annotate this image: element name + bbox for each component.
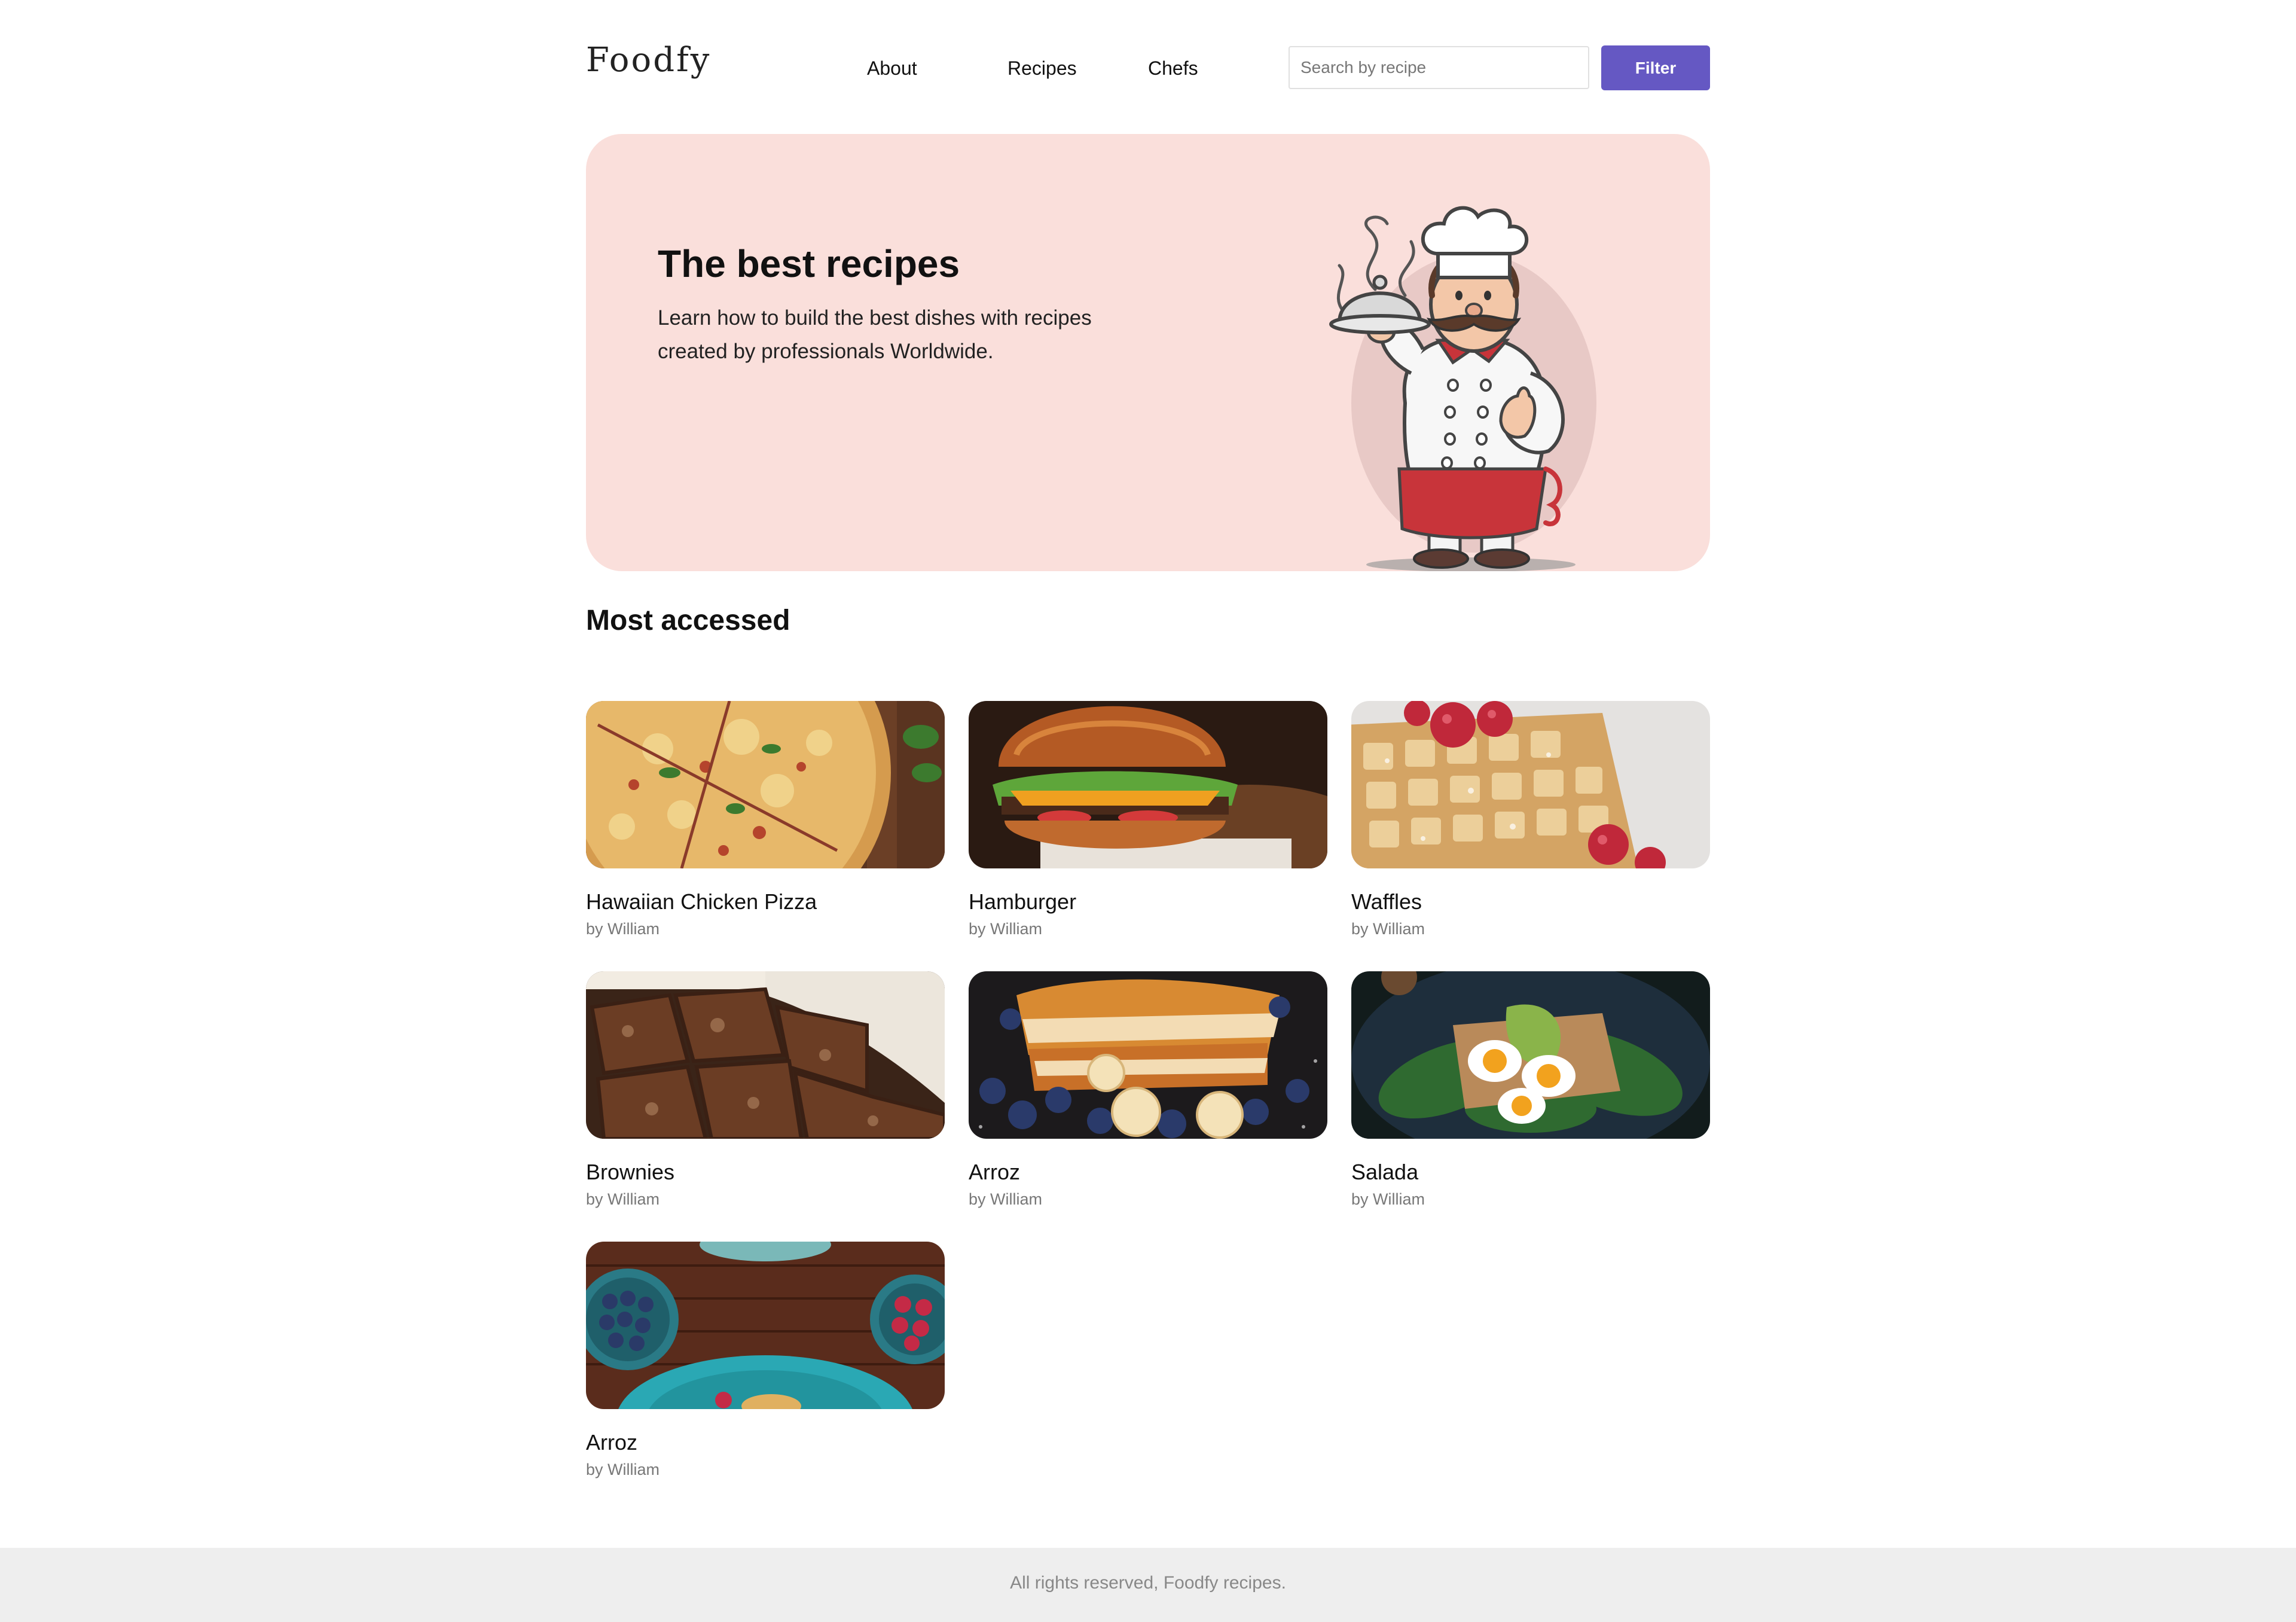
footer-text: All rights reserved, Foodfy recipes.	[1010, 1573, 1286, 1593]
recipe-author: by William	[586, 1461, 660, 1478]
recipe-title[interactable]: Arroz	[969, 1160, 1020, 1185]
hero-text: Learn how to build the best dishes with …	[658, 306, 1092, 363]
recipe-title[interactable]: Hawaiian Chicken Pizza	[586, 889, 817, 914]
hamburger-photo[interactable]	[969, 701, 1327, 868]
nav-link-chefs[interactable]: Chefs	[1148, 57, 1198, 80]
recipe-card[interactable]: Hamburger by William	[969, 701, 1327, 952]
chef-illustration	[1329, 206, 1596, 571]
table-dishes-photo[interactable]	[586, 1242, 945, 1409]
section-title: Most accessed	[586, 605, 790, 636]
logo[interactable]: Foodfy	[586, 41, 711, 80]
salad-photo[interactable]	[1351, 971, 1710, 1139]
french-toast-photo[interactable]	[969, 971, 1327, 1139]
recipe-author: by William	[969, 920, 1043, 938]
filter-button[interactable]: Filter	[1601, 45, 1710, 90]
recipe-author: by William	[969, 1190, 1043, 1208]
recipe-card[interactable]: Hawaiian Chicken Pizza by William	[586, 701, 945, 952]
hero-banner: The best recipes Learn how to build the …	[586, 134, 1710, 571]
recipe-title[interactable]: Hamburger	[969, 889, 1076, 914]
pizza-photo[interactable]	[586, 701, 945, 868]
brownies-photo[interactable]	[586, 971, 945, 1139]
recipe-author: by William	[1351, 1190, 1425, 1208]
recipe-author: by William	[1351, 920, 1425, 938]
recipe-card[interactable]: Arroz by William	[586, 1242, 945, 1493]
recipe-card[interactable]: Arroz by William	[969, 971, 1327, 1222]
recipe-title[interactable]: Brownies	[586, 1160, 674, 1185]
recipe-author: by William	[586, 920, 660, 938]
waffles-photo[interactable]	[1351, 701, 1710, 868]
search-input[interactable]	[1289, 46, 1589, 89]
nav-link-recipes[interactable]: Recipes	[1007, 57, 1077, 80]
recipe-title[interactable]: Salada	[1351, 1160, 1418, 1185]
recipe-title[interactable]: Waffles	[1351, 889, 1422, 914]
nav-link-about[interactable]: About	[867, 57, 917, 80]
site-header: Foodfy About Recipes Chefs Filter	[586, 0, 1710, 135]
recipe-card[interactable]: Salada by William	[1351, 971, 1710, 1222]
recipe-card[interactable]: Waffles by William	[1351, 701, 1710, 952]
recipe-title[interactable]: Arroz	[586, 1430, 637, 1455]
recipe-card[interactable]: Brownies by William	[586, 971, 945, 1222]
recipe-author: by William	[586, 1190, 660, 1208]
site-footer: All rights reserved, Foodfy recipes.	[0, 1548, 2296, 1622]
page: Foodfy About Recipes Chefs Filter The be…	[0, 0, 2296, 1622]
hero-title: The best recipes	[658, 242, 960, 285]
